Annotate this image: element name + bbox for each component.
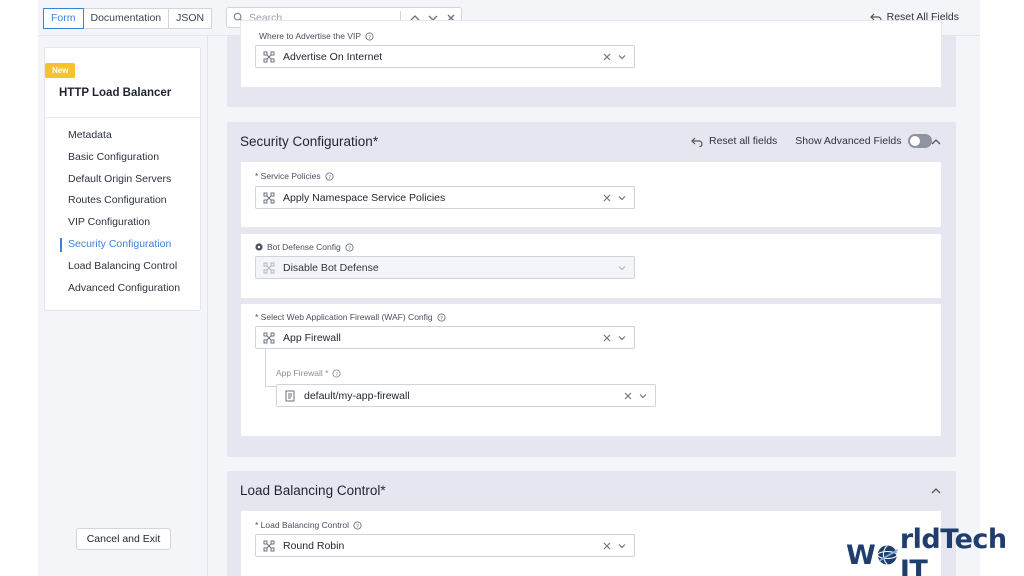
help-icon[interactable]: ? <box>332 368 341 378</box>
waf-label: * Select Web Application Firewall (WAF) … <box>255 312 446 322</box>
clear-icon[interactable] <box>602 540 612 552</box>
tab-form[interactable]: Form <box>43 8 84 29</box>
service-policies-value: Apply Namespace Service Policies <box>283 192 446 204</box>
watermark-text-left: W <box>846 539 876 571</box>
tab-json[interactable]: JSON <box>168 8 213 29</box>
sidebar-item-vip-configuration[interactable]: VIP Configuration <box>60 212 180 234</box>
view-tabs: Form Documentation JSON <box>43 8 213 29</box>
sidebar-nav: Metadata Basic Configuration Default Ori… <box>60 125 180 299</box>
sidebar-item-basic-configuration[interactable]: Basic Configuration <box>60 147 180 169</box>
network-icon <box>263 332 275 344</box>
sidebar: New HTTP Load Balancer Metadata Basic Co… <box>44 47 201 311</box>
service-policies-panel: * Service Policies ? Apply Namespace Ser… <box>240 161 942 228</box>
chevron-down-icon[interactable] <box>617 540 627 552</box>
load-balancing-label: * Load Balancing Control ? <box>255 520 362 530</box>
undo-icon <box>691 137 703 147</box>
network-icon <box>263 540 275 552</box>
svg-text:?: ? <box>328 174 331 180</box>
collapse-icon[interactable] <box>930 485 942 497</box>
sidebar-title: HTTP Load Balancer <box>59 87 172 99</box>
sidebar-item-load-balancing-control[interactable]: Load Balancing Control <box>60 256 180 278</box>
bot-defense-panel: Bot Defense Config ? Disable Bot Defense <box>240 233 942 299</box>
sidebar-item-security-configuration[interactable]: Security Configuration <box>60 234 180 256</box>
sidebar-item-metadata[interactable]: Metadata <box>60 125 180 147</box>
vip-select-value: Advertise On Internet <box>283 51 383 63</box>
required-mark: * <box>380 483 386 498</box>
new-badge: New <box>45 63 76 78</box>
help-icon[interactable]: ? <box>437 312 446 322</box>
help-icon[interactable]: ? <box>345 242 354 252</box>
vip-field-label: Where to Advertise the VIP ? <box>259 31 374 41</box>
app-firewall-label-text: App Firewall * <box>276 368 329 378</box>
svg-text:?: ? <box>348 245 351 251</box>
app-firewall-label: App Firewall * ? <box>276 368 341 378</box>
waf-value: App Firewall <box>283 332 341 344</box>
clear-icon[interactable] <box>602 332 612 344</box>
reset-all-fields-link[interactable]: Reset all fields <box>709 135 777 147</box>
security-header-actions: Reset all fields Show Advanced Fields <box>691 134 932 148</box>
app-firewall-value: default/my-app-firewall <box>304 390 410 402</box>
help-icon[interactable]: ? <box>365 31 374 41</box>
svg-text:?: ? <box>356 523 359 529</box>
clear-icon[interactable] <box>602 192 612 204</box>
svg-text:?: ? <box>336 371 339 377</box>
bot-defense-label: Bot Defense Config ? <box>255 242 354 252</box>
load-balancing-select[interactable]: Round Robin <box>255 534 635 557</box>
security-title-text: Security Configuration <box>240 134 373 149</box>
security-section: Security Configuration* Reset all fields… <box>227 122 956 457</box>
service-policies-label-text: * Service Policies <box>255 171 321 181</box>
sidebar-border <box>207 36 208 576</box>
sidebar-item-routes-configuration[interactable]: Routes Configuration <box>60 190 180 212</box>
bot-defense-value: Disable Bot Defense <box>283 262 379 274</box>
waf-panel: * Select Web Application Firewall (WAF) … <box>240 303 942 437</box>
waf-label-text: * Select Web Application Firewall (WAF) … <box>255 312 433 322</box>
load-balancing-value: Round Robin <box>283 540 345 552</box>
help-icon[interactable]: ? <box>353 520 362 530</box>
cancel-and-exit-button[interactable]: Cancel and Exit <box>76 528 171 550</box>
bot-defense-label-text: Bot Defense Config <box>267 242 341 252</box>
service-policies-select[interactable]: Apply Namespace Service Policies <box>255 186 635 209</box>
network-icon <box>263 192 275 204</box>
chevron-down-icon[interactable] <box>638 390 648 402</box>
service-policies-label: * Service Policies ? <box>255 171 334 181</box>
svg-text:?: ? <box>368 34 371 40</box>
vip-select[interactable]: Advertise On Internet <box>255 45 635 68</box>
watermark-text-right: rldTech IT <box>899 524 1007 576</box>
svg-text:?: ? <box>440 315 443 321</box>
show-advanced-fields-toggle[interactable] <box>907 134 932 148</box>
security-section-title: Security Configuration* <box>240 134 378 149</box>
tab-documentation[interactable]: Documentation <box>82 8 170 29</box>
document-icon <box>285 390 295 402</box>
collapse-icon[interactable] <box>930 136 942 148</box>
globe-icon <box>877 545 899 565</box>
vip-field-label-text: Where to Advertise the VIP <box>259 31 362 41</box>
app-firewall-select[interactable]: default/my-app-firewall <box>276 384 656 407</box>
network-icon <box>263 51 275 63</box>
vip-panel: Where to Advertise the VIP ? Advertise O… <box>240 20 942 88</box>
clear-icon[interactable] <box>623 390 633 402</box>
load-balancing-label-text: * Load Balancing Control <box>255 520 350 530</box>
app-window: Form Documentation JSON Reset All Fields… <box>38 0 980 576</box>
required-mark: * <box>372 134 379 149</box>
waf-select[interactable]: App Firewall <box>255 326 635 349</box>
load-balancing-title-text: Load Balancing Control <box>240 483 381 498</box>
chevron-down-icon[interactable] <box>617 332 627 344</box>
chevron-down-icon[interactable] <box>617 262 627 274</box>
show-advanced-fields-label: Show Advanced Fields <box>795 135 902 147</box>
worldtech-watermark: W rldTech IT <box>846 524 1024 576</box>
load-balancing-section-title: Load Balancing Control* <box>240 483 386 498</box>
load-balancing-panel: * Load Balancing Control ? Round Robin <box>240 510 942 576</box>
sidebar-item-default-origin-servers[interactable]: Default Origin Servers <box>60 169 180 191</box>
sidebar-divider <box>45 117 200 118</box>
chevron-down-icon[interactable] <box>617 51 627 63</box>
sidebar-item-advanced-configuration[interactable]: Advanced Configuration <box>60 278 180 300</box>
clear-icon[interactable] <box>602 51 612 63</box>
help-icon[interactable]: ? <box>325 171 334 181</box>
chevron-down-icon[interactable] <box>617 192 627 204</box>
network-icon <box>263 262 275 274</box>
settings-badge-icon <box>255 243 263 251</box>
bot-defense-select[interactable]: Disable Bot Defense <box>255 256 635 279</box>
